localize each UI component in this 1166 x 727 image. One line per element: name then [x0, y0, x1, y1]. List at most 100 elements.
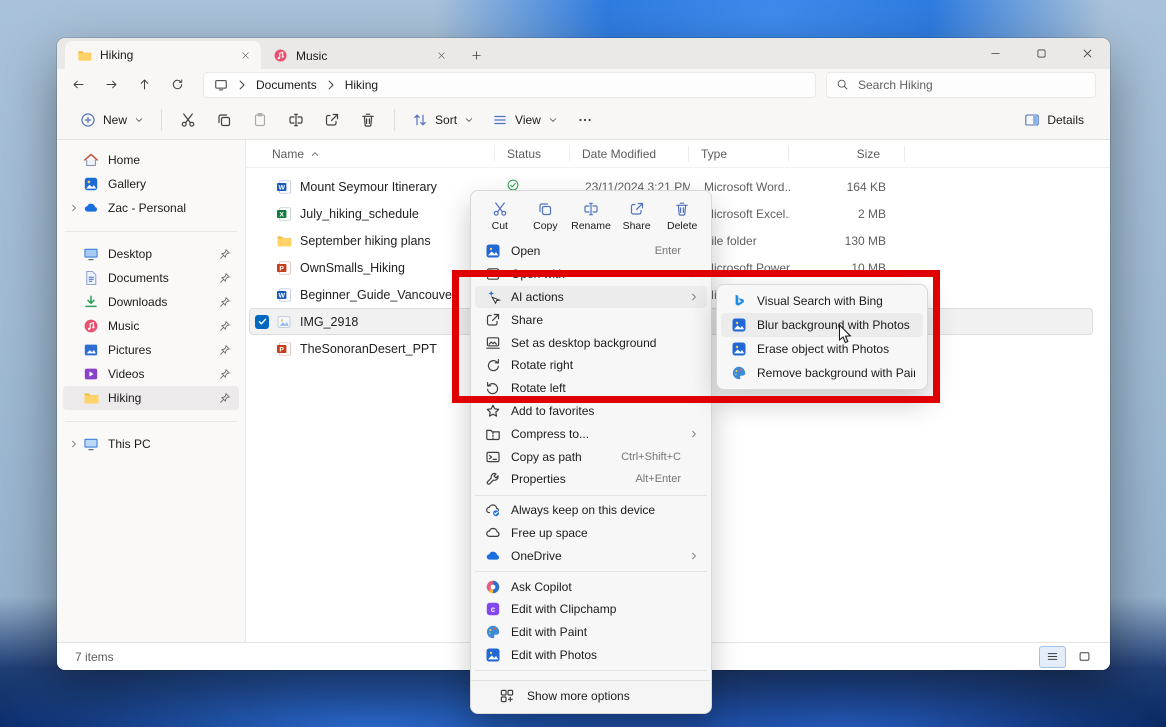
svg-text:P: P [279, 346, 284, 353]
column-header-status[interactable]: Status [495, 146, 570, 162]
copy-icon [216, 112, 232, 128]
media-player-icon [83, 318, 99, 334]
column-header-name[interactable]: Name [246, 146, 495, 162]
chevron-right-icon [235, 78, 249, 92]
submenu-item[interactable]: Blur background with Photos [721, 313, 923, 337]
back-icon [71, 77, 87, 93]
more-options-button[interactable] [567, 105, 603, 135]
menu-item[interactable]: Add to favorites [475, 400, 707, 423]
menu-item[interactable]: Always keep on this device [475, 499, 707, 522]
videos-icon [83, 366, 99, 382]
tab-close-icon[interactable] [237, 47, 253, 63]
list-view-toggle[interactable] [1039, 646, 1066, 668]
quick-action-button[interactable]: Delete [660, 198, 704, 235]
show-more-options-item[interactable]: Show more options [471, 680, 711, 711]
menu-item[interactable]: Compress to... [475, 422, 707, 445]
sidebar-item[interactable]: Pictures [63, 338, 239, 362]
sidebar-item[interactable]: This PC [63, 432, 239, 456]
menu-item[interactable]: Rotate right [475, 354, 707, 377]
menu-item[interactable]: Free up space [475, 522, 707, 545]
up-button[interactable] [129, 72, 160, 98]
forward-button[interactable] [96, 72, 127, 98]
menu-item[interactable]: Open Enter [475, 240, 707, 263]
ai-actions-icon [485, 289, 501, 305]
sidebar-item[interactable]: Zac - Personal [63, 196, 239, 220]
breadcrumb-item-hiking[interactable]: Hiking [345, 78, 378, 92]
sort-label: Sort [435, 113, 457, 127]
explorer-tab[interactable]: Hiking [65, 41, 261, 69]
menu-item[interactable]: AI actions [475, 286, 707, 309]
view-button[interactable]: View [483, 105, 567, 135]
sort-button[interactable]: Sort [403, 105, 483, 135]
column-header-size[interactable]: Size [789, 146, 905, 162]
cut-button[interactable] [170, 105, 206, 135]
sidebar-item[interactable]: Home [63, 148, 239, 172]
file-checkbox[interactable] [255, 315, 269, 329]
expand-chevron-icon[interactable] [69, 203, 79, 213]
search-input[interactable] [856, 77, 1086, 93]
submenu-item[interactable]: Visual Search with Bing [721, 289, 923, 313]
menu-item[interactable]: Set as desktop background [475, 331, 707, 354]
column-header-type[interactable]: Type [689, 146, 789, 162]
quick-action-button[interactable]: Rename [569, 198, 613, 235]
maximize-button[interactable] [1018, 38, 1064, 69]
menu-item[interactable]: Edit with Paint [475, 621, 707, 644]
refresh-icon [170, 77, 186, 93]
new-tab-button[interactable] [463, 43, 489, 67]
new-button[interactable]: New [71, 105, 153, 135]
menu-item[interactable]: Properties Alt+Enter [475, 468, 707, 491]
chevron-down-icon [548, 115, 558, 125]
sidebar-item[interactable]: Downloads [63, 290, 239, 314]
rename-button[interactable] [278, 105, 314, 135]
explorer-tab[interactable]: Music [261, 42, 457, 69]
item-count: 7 items [75, 650, 114, 664]
menu-item[interactable]: Edit with Photos [475, 644, 707, 667]
sidebar-item[interactable]: Videos [63, 362, 239, 386]
up-icon [137, 77, 153, 93]
bing-icon [731, 293, 747, 309]
search-box[interactable] [826, 72, 1096, 98]
tab-close-icon[interactable] [433, 48, 449, 64]
powerpoint-icon: P [276, 260, 292, 276]
share-button[interactable] [314, 105, 350, 135]
submenu-arrow-icon [689, 292, 699, 302]
preview-view-toggle[interactable] [1071, 646, 1098, 668]
delete-button[interactable] [350, 105, 386, 135]
sidebar-item[interactable]: Documents [63, 266, 239, 290]
copy-button[interactable] [206, 105, 242, 135]
sidebar-item[interactable]: Desktop [63, 242, 239, 266]
menu-item[interactable]: c Edit with Clipchamp [475, 598, 707, 621]
menu-item[interactable]: Rotate left [475, 377, 707, 400]
menu-item[interactable]: OneDrive [475, 544, 707, 567]
maximize-icon [1033, 46, 1049, 62]
menu-item[interactable]: Open with [475, 263, 707, 286]
expand-chevron-icon[interactable] [69, 439, 79, 449]
column-header-date[interactable]: Date Modified [570, 146, 689, 162]
quick-action-button[interactable]: Share [615, 198, 659, 235]
copy-path-icon [485, 449, 501, 465]
menu-item[interactable]: Copy as path Ctrl+Shift+C [475, 445, 707, 468]
word-icon: W [276, 179, 292, 195]
quick-action-button[interactable]: Cut [478, 198, 522, 235]
quick-action-button[interactable]: Copy [523, 198, 567, 235]
submenu-item[interactable]: Erase object with Photos [721, 337, 923, 361]
view-label: View [515, 113, 541, 127]
home-icon [83, 152, 99, 168]
menu-item[interactable]: Ask Copilot [475, 575, 707, 598]
breadcrumb-item-documents[interactable]: Documents [256, 78, 317, 92]
sidebar-item[interactable]: Music [63, 314, 239, 338]
back-button[interactable] [63, 72, 94, 98]
sidebar-item[interactable]: Hiking [63, 386, 239, 410]
pictures-icon [83, 342, 99, 358]
close-button[interactable] [1064, 38, 1110, 69]
menu-item[interactable]: Share [475, 308, 707, 331]
details-pane-button[interactable]: Details [1014, 112, 1094, 128]
minimize-button[interactable] [972, 38, 1018, 69]
copilot-icon [485, 579, 501, 595]
submenu-item[interactable]: Remove background with Paint [721, 361, 923, 385]
breadcrumb[interactable]: Documents Hiking [203, 72, 816, 98]
sort-ascending-icon [310, 149, 320, 159]
paste-button[interactable] [242, 105, 278, 135]
sidebar-item[interactable]: Gallery [63, 172, 239, 196]
refresh-button[interactable] [162, 72, 193, 98]
